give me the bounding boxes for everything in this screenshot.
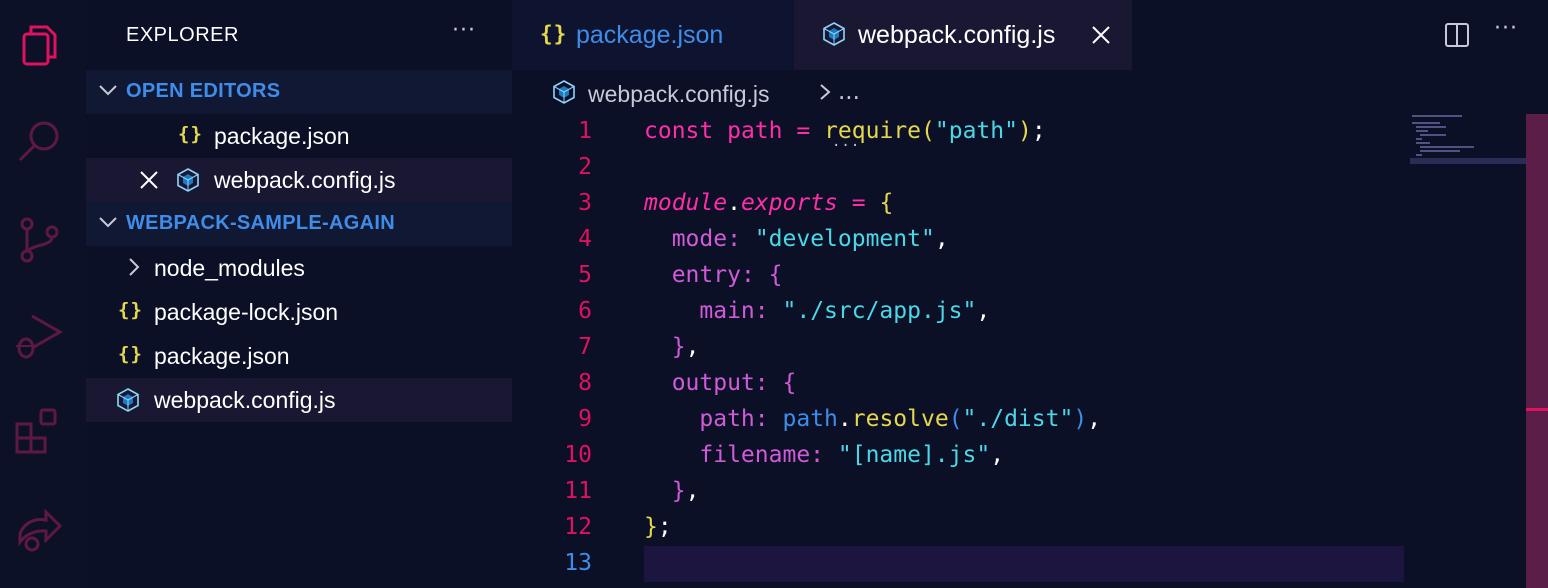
current-line-highlight	[644, 546, 1404, 582]
line-number: 12	[564, 514, 592, 540]
tab-package-json[interactable]: {} package.json	[512, 0, 794, 70]
explorer-more-icon[interactable]: ···	[452, 18, 476, 43]
code-line-5: entry: {	[671, 262, 783, 288]
tab-label: webpack.config.js	[858, 21, 1056, 49]
code-line-3: module.exports = {	[644, 190, 894, 216]
vertical-scrollbar[interactable]	[1526, 114, 1548, 588]
explorer-sidebar: EXPLORER ··· OPEN EDITORS {} package.jso…	[86, 0, 512, 588]
tree-item-label: webpack.config.js	[154, 387, 336, 413]
chevron-down-icon	[99, 85, 117, 96]
files-icon[interactable]	[14, 20, 64, 70]
line-number: 5	[578, 262, 592, 288]
tree-item-label: package-lock.json	[154, 299, 339, 325]
minimap-slider[interactable]	[1410, 158, 1526, 164]
breadcrumb-symbol[interactable]: ...	[838, 79, 860, 105]
tree-item-label: package.json	[154, 343, 290, 369]
live-share-icon[interactable]	[14, 504, 64, 554]
chevron-right-icon	[129, 258, 140, 276]
open-editor-item-label: package.json	[214, 123, 350, 149]
code-line-8: output: {	[671, 370, 797, 396]
line-number: 2	[578, 154, 592, 180]
source-control-icon[interactable]	[14, 214, 64, 264]
webpack-icon	[177, 168, 199, 192]
line-number: 3	[578, 190, 592, 216]
json-icon: {}	[540, 22, 568, 46]
code-line-4: mode: "development",	[671, 226, 949, 252]
editor-more-actions-icon[interactable]: ···	[1494, 16, 1518, 41]
code-line-6: main: "./src/app.js",	[699, 298, 991, 324]
line-number: 7	[578, 334, 592, 360]
webpack-icon	[553, 80, 575, 104]
line-number: 1	[578, 118, 592, 144]
explorer-header: EXPLORER ···	[86, 0, 512, 70]
webpack-icon	[117, 388, 139, 412]
breadcrumb-file[interactable]: webpack.config.js	[588, 81, 770, 108]
open-editors-label: OPEN EDITORS	[126, 80, 281, 102]
code-editor[interactable]: 1 2 3 4 5 6 7 8 9 10 11 12 13 const path…	[512, 116, 1548, 588]
inlay-hint[interactable]: ···	[832, 138, 860, 154]
tree-item-webpack-config[interactable]: webpack.config.js	[86, 378, 512, 422]
code-line-11: },	[671, 478, 700, 504]
close-icon[interactable]	[1090, 24, 1112, 46]
code-line-10: filename: "[name].js",	[699, 442, 1005, 468]
open-editors-section-header[interactable]: OPEN EDITORS	[86, 70, 512, 114]
json-icon: {}	[118, 343, 143, 365]
line-number: 6	[578, 298, 592, 324]
line-number: 8	[578, 370, 592, 396]
open-editor-item-package-json[interactable]: {} package.json	[86, 114, 512, 158]
code-line-7: },	[671, 334, 700, 360]
extensions-icon[interactable]	[14, 406, 64, 456]
tree-item-package-json[interactable]: {} package.json	[86, 334, 512, 378]
line-number: 4	[578, 226, 592, 252]
search-icon[interactable]	[14, 116, 64, 166]
json-icon: {}	[178, 123, 203, 145]
breadcrumb: webpack.config.js ...	[512, 70, 1548, 116]
line-number: 9	[578, 406, 592, 432]
tree-item-package-lock-json[interactable]: {} package-lock.json	[86, 290, 512, 334]
workspace-label: WEBPACK-SAMPLE-AGAIN	[126, 212, 395, 234]
tree-item-node-modules[interactable]: node_modules	[86, 246, 512, 290]
tab-label: package.json	[576, 21, 724, 49]
json-icon: {}	[118, 299, 143, 321]
activity-bar	[0, 0, 86, 588]
line-number: 13	[564, 550, 592, 576]
run-debug-icon[interactable]	[14, 310, 64, 360]
line-number: 11	[564, 478, 592, 504]
line-number: 10	[564, 442, 592, 468]
code-line-9: path: path.resolve("./dist"),	[699, 406, 1102, 432]
scrollbar-cursor-marker	[1526, 408, 1548, 411]
open-editor-item-label: webpack.config.js	[214, 167, 396, 193]
workspace-section-header[interactable]: WEBPACK-SAMPLE-AGAIN	[86, 202, 512, 246]
chevron-down-icon	[99, 217, 117, 228]
editor-tab-bar: {} package.json webpack.config.js ···	[512, 0, 1548, 70]
open-editor-item-webpack-config[interactable]: webpack.config.js	[86, 158, 512, 202]
tree-item-label: node_modules	[154, 255, 305, 281]
explorer-title: EXPLORER	[126, 24, 239, 46]
chevron-right-icon	[820, 84, 831, 100]
close-icon[interactable]	[138, 169, 160, 191]
split-editor-icon[interactable]	[1444, 22, 1470, 48]
tab-webpack-config[interactable]: webpack.config.js	[794, 0, 1132, 70]
code-line-12: };	[644, 514, 672, 540]
webpack-icon	[823, 22, 845, 46]
